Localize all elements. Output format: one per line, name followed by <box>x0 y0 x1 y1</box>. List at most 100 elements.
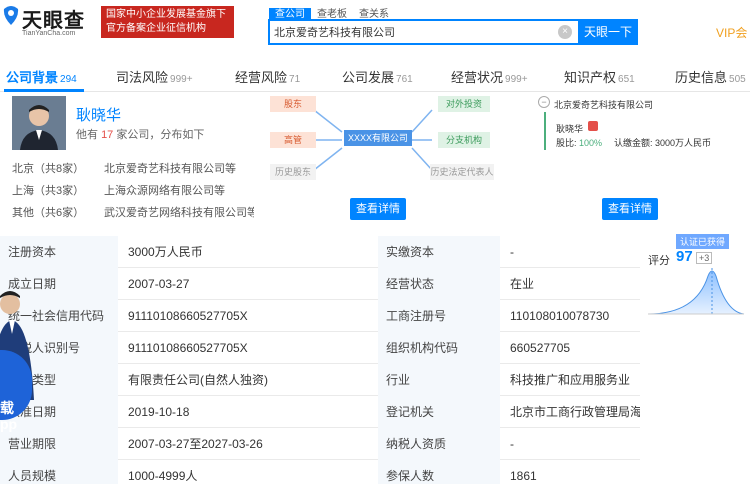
nav-count: 999+ <box>170 74 193 85</box>
nav-intellectual-property[interactable]: 知识产权 651 <box>564 67 635 86</box>
nav-label: 知识产权 <box>564 70 617 85</box>
table-row: 统一社会信用代码 91110108660527705X 工商注册号 110108… <box>0 300 640 332</box>
clear-icon[interactable]: × <box>558 25 572 39</box>
nav-company-background[interactable]: 公司背景 294 <box>6 67 77 86</box>
vip-link[interactable]: VIP会 <box>716 24 747 41</box>
nav-active-indicator <box>4 89 84 92</box>
capital-label: 认缴金额: <box>614 138 653 148</box>
city-label: 上海（共3家） <box>12 185 85 197</box>
nav-count: 761 <box>396 74 413 85</box>
table-row: 营业期限 2007-03-27至2027-03-26 纳税人资质 - <box>0 428 640 460</box>
relation-diagram: 股东 高管 历史股东 XXXX有限公司 对外投资 分支机构 历史法定代表人 <box>262 92 494 182</box>
eye-logo-icon <box>3 6 19 25</box>
relation-detail-button[interactable]: 查看详情 <box>350 198 406 220</box>
nav-label: 公司发展 <box>342 70 395 85</box>
banner-line2: 官方备案企业征信机构 <box>106 23 206 34</box>
city-row[interactable]: 上海（共3家） 上海众源网络有限公司等 <box>12 182 247 198</box>
promo-line1: 载 <box>0 400 14 416</box>
nav-label: 公司背景 <box>6 70 59 85</box>
row-value: 北京市工商行政管理局海淀分局 <box>510 405 640 419</box>
person-name[interactable]: 耿晓华 <box>76 104 121 125</box>
ratio-label: 股比: <box>556 138 577 148</box>
person-avatar[interactable] <box>12 96 66 150</box>
nav-label: 经营风险 <box>235 70 288 85</box>
banner-line1: 国家中小企业发展基金旗下 <box>106 9 226 20</box>
row-value: 科技推广和应用服务业 <box>510 373 631 387</box>
row-label: 经营状态 <box>378 268 500 300</box>
row-label: 纳税人资质 <box>378 428 500 460</box>
row-value: 91110108660527705X <box>128 341 248 355</box>
row-label: 注册资本 <box>0 236 118 268</box>
nav-label: 司法风险 <box>116 70 169 85</box>
nav-company-development[interactable]: 公司发展 761 <box>342 67 413 86</box>
table-row: 纳税人识别号 91110108660527705X 组织机构代码 6605277… <box>0 332 640 364</box>
row-value: 660527705 <box>510 341 571 355</box>
score-value: 97 <box>676 248 693 265</box>
row-label: 登记机关 <box>378 396 500 428</box>
row-value: 3000万人民币 <box>128 245 203 259</box>
equity-capital-row: 认缴金额: 3000万人民币 <box>614 136 711 149</box>
search-button[interactable]: 天眼一下 <box>578 19 638 45</box>
app-download-promo[interactable]: 载 pp <box>0 290 34 440</box>
nav-label: 经营状况 <box>451 70 504 85</box>
person-tag-icon <box>588 121 598 131</box>
nav-operation-status[interactable]: 经营状况 999+ <box>451 67 528 86</box>
table-row: 注册资本 3000万人民币 实缴资本 - <box>0 236 640 268</box>
table-row: 人员规模 1000-4999人 参保人数 1861 <box>0 460 640 484</box>
nav-legal-risk[interactable]: 司法风险 999+ <box>116 67 193 86</box>
score-delta: +3 <box>696 252 713 264</box>
row-value: 有限责任公司(自然人独资) <box>128 373 268 387</box>
table-row: 核准日期 2019-10-18 登记机关 北京市工商行政管理局海淀分局 <box>0 396 640 428</box>
city-row[interactable]: 其他（共6家） 武汉爱奇艺网络科技有限公司等 <box>12 204 254 220</box>
table-row: 成立日期 2007-03-27 经营状态 在业 <box>0 268 640 300</box>
logo[interactable]: 天眼查 TianYanCha.com <box>2 4 94 40</box>
city-company: 北京爱奇艺科技有限公司等 <box>104 163 236 175</box>
nav-count: 71 <box>289 74 301 85</box>
row-value: 2019-10-18 <box>128 405 190 419</box>
page: 天眼查 TianYanCha.com 国家中小企业发展基金旗下 官方备案企业征信… <box>0 0 750 484</box>
search-tabs: 查公司 查老板 查关系 <box>269 4 395 22</box>
nav-count: 999+ <box>505 74 528 85</box>
row-label: 参保人数 <box>378 460 500 484</box>
equity-line <box>544 112 546 150</box>
row-label: 工商注册号 <box>378 300 500 332</box>
row-label: 组织机构代码 <box>378 332 500 364</box>
node-center-company: XXXX有限公司 <box>344 130 412 146</box>
score-card[interactable]: 认证已获得 评分 97 +3 <box>640 234 750 322</box>
nav-history[interactable]: 历史信息 505 <box>675 67 746 86</box>
nav-count: 294 <box>60 74 77 85</box>
official-banner[interactable]: 国家中小企业发展基金旗下 官方备案企业征信机构 <box>101 6 234 38</box>
row-value: 110108010078730 <box>510 309 610 323</box>
score-distribution-icon <box>647 268 745 315</box>
cert-badge: 认证已获得 <box>676 234 730 249</box>
city-row[interactable]: 北京（共8家） 北京爱奇艺科技有限公司等 <box>12 160 247 176</box>
collapse-icon[interactable]: − <box>538 96 550 108</box>
header: 天眼查 TianYanCha.com 国家中小企业发展基金旗下 官方备案企业征信… <box>0 0 750 52</box>
row-value: 91110108660527705X <box>128 309 248 323</box>
equity-card: − 北京爱奇艺科技有限公司 耿晓华 股比: 100% 认缴金额: 3000万人民… <box>526 92 726 154</box>
node-investment: 对外投资 <box>438 96 490 112</box>
equity-person: 耿晓华 <box>556 124 584 134</box>
row-value: 在业 <box>510 277 535 291</box>
row-label: 人员规模 <box>0 460 118 484</box>
city-company: 上海众源网络有限公司等 <box>104 185 225 197</box>
row-value: 1000-4999人 <box>128 469 198 483</box>
ratio-value: 100% <box>579 138 603 148</box>
node-branch: 分支机构 <box>438 132 490 148</box>
nav-operation-risk[interactable]: 经营风险 71 <box>235 67 300 86</box>
row-value: 2007-03-27 <box>128 277 190 291</box>
promo-line2: pp <box>0 416 18 432</box>
person-company-summary: 他有 17 家公司，分布如下 <box>76 126 204 142</box>
search-input[interactable] <box>270 21 540 43</box>
person-photo-icon <box>12 96 66 150</box>
row-value: 1861 <box>510 469 537 483</box>
city-label: 北京（共8家） <box>12 163 85 175</box>
table-row: 公司类型 有限责任公司(自然人独资) 行业 科技推广和应用服务业 <box>0 364 640 396</box>
equity-detail-button[interactable]: 查看详情 <box>602 198 658 220</box>
nav-count: 505 <box>729 74 746 85</box>
city-company: 武汉爱奇艺网络科技有限公司等 <box>104 207 254 219</box>
company-count: 17 <box>101 129 114 141</box>
row-value: - <box>510 245 514 259</box>
node-history-shareholder: 历史股东 <box>270 164 316 180</box>
city-label: 其他（共6家） <box>12 207 85 219</box>
